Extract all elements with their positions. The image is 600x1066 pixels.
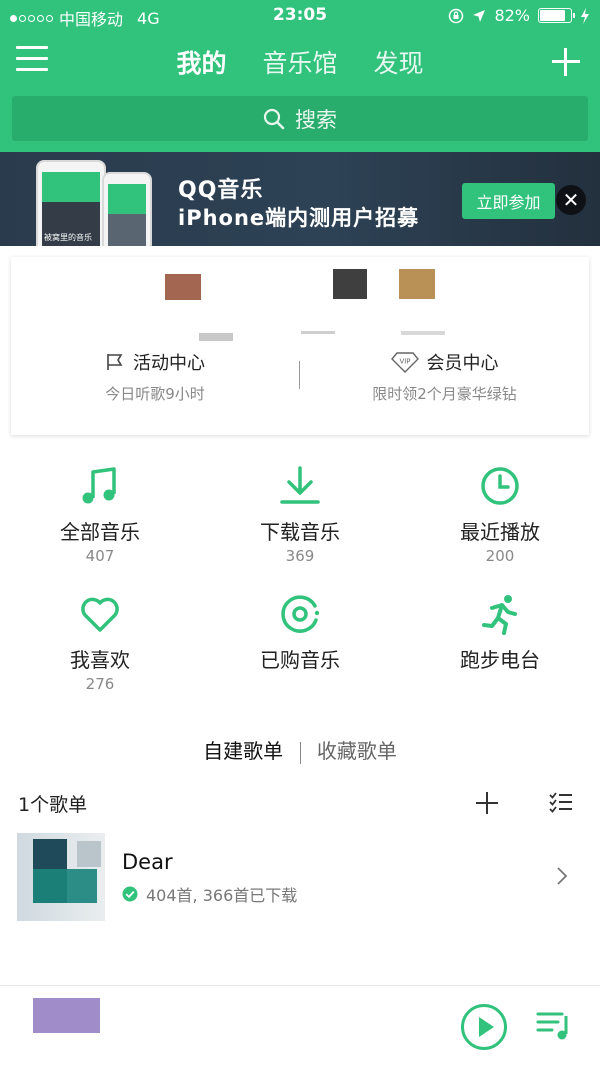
recent-play-label: 最近播放 [460, 520, 540, 544]
play-button[interactable] [460, 1003, 508, 1055]
all-music[interactable]: 全部音乐 407 [0, 464, 200, 565]
avatar-blur-3 [399, 269, 435, 299]
player-bar [0, 985, 600, 1066]
downloaded-check-icon [122, 886, 138, 902]
playlist-item[interactable]: Dear 404首, 366首已下载 [0, 830, 600, 922]
playlist-count: 1个歌单 [18, 794, 88, 816]
tab-music-hall[interactable]: 音乐馆 [262, 44, 337, 80]
search-placeholder: 搜索 [295, 107, 337, 132]
playlist-tabs: 自建歌单 收藏歌单 [0, 735, 600, 764]
rotation-lock-icon [449, 8, 464, 23]
playlist-name: Dear [122, 850, 173, 874]
queue-icon [536, 1012, 568, 1040]
avatar-blur-5 [301, 331, 335, 334]
playlist-tab-divider [299, 741, 301, 764]
top-tabs: 我的 音乐馆 发现 [0, 44, 600, 80]
running-radio[interactable]: 跑步电台 [400, 592, 600, 673]
phone-caption: 被窝里的音乐 [44, 233, 92, 242]
recent-play-count: 200 [485, 547, 515, 565]
checklist-icon [549, 792, 572, 813]
vip-diamond-icon: VIP [390, 352, 419, 373]
my-favorites-count: 276 [85, 675, 115, 693]
download-icon [280, 466, 320, 504]
tab-mine[interactable]: 我的 [177, 44, 227, 80]
downloaded-music[interactable]: 下载音乐 369 [200, 464, 400, 565]
app-header: 我的 音乐馆 发现 搜索 [0, 32, 600, 152]
vip-title: 会员中心 [426, 353, 499, 374]
music-note-icon [82, 467, 116, 504]
avatar-blur-4 [199, 333, 233, 341]
vip-center[interactable]: VIP 会员中心 限时领2个月豪华绿钻 [300, 349, 589, 404]
my-favorites[interactable]: 我喜欢 276 [0, 592, 200, 693]
all-music-count: 407 [85, 547, 115, 565]
profile-card: 活动中心 今日听歌9小时 VIP 会员中心 限时领2个月豪华绿钻 [11, 257, 589, 435]
battery-fill [540, 10, 565, 21]
phone-mockup-back [102, 172, 152, 246]
phone-mockup-front: 被窝里的音乐 [36, 160, 106, 246]
downloaded-music-count: 369 [285, 547, 315, 565]
clock-icon [481, 467, 519, 505]
location-icon [473, 9, 486, 22]
banner-subtitle: iPhone端内测用户招募 [178, 206, 420, 230]
join-button[interactable]: 立即参加 [462, 183, 555, 219]
playlist-queue-button[interactable] [536, 1010, 572, 1046]
banner-title: QQ音乐 [178, 178, 264, 203]
flag-icon [107, 354, 123, 370]
battery-icon [538, 8, 575, 23]
my-favorites-label: 我喜欢 [70, 648, 130, 672]
recent-play[interactable]: 最近播放 200 [400, 464, 600, 565]
avatar-blur-2 [333, 269, 367, 299]
charging-icon [581, 7, 589, 24]
activity-title: 活动中心 [133, 353, 205, 374]
chevron-right-icon [557, 867, 568, 885]
purchased-music[interactable]: 已购音乐 [200, 592, 400, 673]
playlist-info: 404首, 366首已下载 [146, 886, 298, 905]
purchased-disc-icon [281, 595, 320, 633]
vip-subtitle: 限时领2个月豪华绿钻 [372, 385, 517, 403]
status-right: 82% [448, 6, 590, 25]
vip-badge-text: VIP [399, 358, 410, 366]
add-button[interactable] [550, 46, 582, 78]
close-icon[interactable]: ✕ [556, 185, 586, 215]
now-playing-cover[interactable] [33, 998, 100, 1033]
search-bar[interactable]: 搜索 [12, 96, 588, 141]
avatar-blur-1 [165, 274, 201, 300]
avatar-blur-6 [401, 331, 445, 335]
tab-created-playlists[interactable]: 自建歌单 [203, 735, 283, 764]
purchased-music-label: 已购音乐 [260, 648, 340, 672]
heart-icon [81, 597, 119, 632]
downloaded-music-label: 下载音乐 [260, 520, 340, 544]
add-playlist-button[interactable] [474, 790, 500, 816]
tab-collected-playlists[interactable]: 收藏歌单 [317, 735, 397, 764]
playlist-cover [17, 833, 105, 921]
status-bar: 中国移动 4G 23:05 82% [0, 0, 600, 32]
manage-playlists-button[interactable] [548, 790, 574, 820]
running-icon [482, 595, 517, 635]
play-icon [461, 1004, 507, 1050]
activity-subtitle: 今日听歌9小时 [105, 385, 205, 403]
tab-discover[interactable]: 发现 [373, 44, 423, 80]
search-icon [263, 108, 285, 129]
battery-percent: 82% [494, 6, 530, 25]
playlist-info-row: 404首, 366首已下载 [122, 882, 297, 906]
activity-center[interactable]: 活动中心 今日听歌9小时 [11, 349, 299, 404]
running-radio-label: 跑步电台 [460, 648, 540, 672]
all-music-label: 全部音乐 [60, 520, 140, 544]
